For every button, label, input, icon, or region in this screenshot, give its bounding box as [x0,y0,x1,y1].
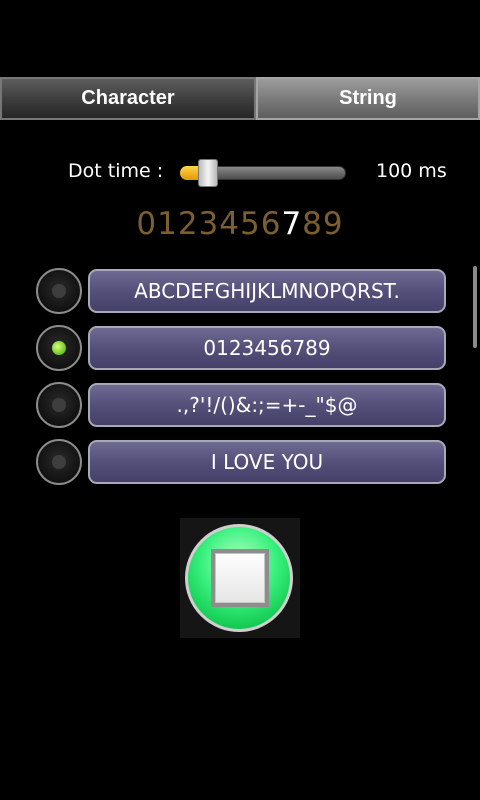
option-row: I LOVE YOU [34,439,448,485]
option-radio[interactable] [36,268,82,314]
option-row: ABCDEFGHIJKLMNOPQRST. [34,268,448,314]
tab-character[interactable]: Character [0,77,256,120]
dot-time-label: Dot time : [68,160,164,182]
option-radio[interactable] [36,325,82,371]
tab-string[interactable]: String [256,77,480,120]
option-radio[interactable] [36,382,82,428]
dot-time-value: 100 ms [376,160,447,182]
option-button-punctuation[interactable]: .,?'!/()&:;=+-_"$@ [88,383,446,427]
option-button-letters[interactable]: ABCDEFGHIJKLMNOPQRST. [88,269,446,313]
tab-bar: Character String [0,77,480,120]
current-characters-display: 0123456789 [0,206,480,242]
option-button-phrase[interactable]: I LOVE YOU [88,440,446,484]
option-row: 0123456789 [34,325,448,371]
option-radio[interactable] [36,439,82,485]
radio-indicator [52,341,66,355]
option-button-numbers[interactable]: 0123456789 [88,326,446,370]
stop-button-container [180,518,300,638]
radio-indicator [52,284,66,298]
digit-current: 7 [281,206,303,242]
radio-indicator [52,455,66,469]
scrollbar[interactable] [473,266,477,348]
stop-button[interactable] [185,524,293,632]
slider-thumb[interactable] [198,159,218,187]
digits-before: 0123456 [136,206,282,242]
option-row: .,?'!/()&:;=+-_"$@ [34,382,448,428]
radio-indicator [52,398,66,412]
dot-time-slider[interactable] [180,159,346,187]
digits-after: 89 [302,206,344,242]
stop-icon [211,549,269,607]
